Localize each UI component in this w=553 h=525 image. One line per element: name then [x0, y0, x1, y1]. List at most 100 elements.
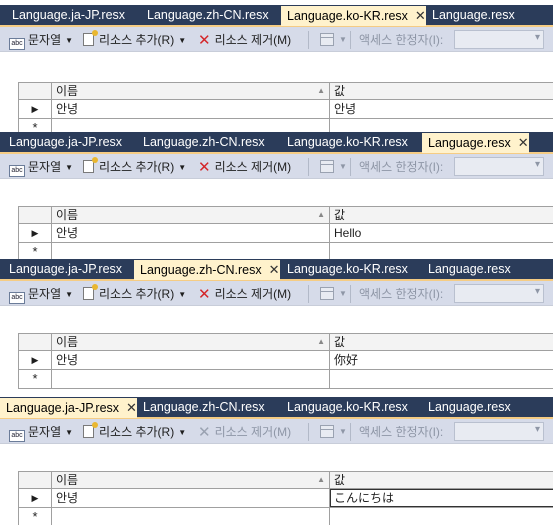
add-resource-button[interactable]: 리소스 추가(R) ▼: [83, 157, 186, 175]
column-header-name[interactable]: 이름 ▲: [52, 207, 330, 223]
column-header-value[interactable]: 값: [330, 334, 553, 350]
toolbar-separator: [350, 158, 351, 176]
chevron-down-icon[interactable]: ▼: [339, 424, 347, 440]
chevron-down-icon[interactable]: ▼: [339, 159, 347, 175]
grid-view-icon[interactable]: [320, 160, 334, 173]
new-row[interactable]: *: [19, 243, 553, 259]
row-pointer-icon[interactable]: ▶: [19, 100, 52, 118]
document-tab[interactable]: Language.ko-KR.resx: [281, 398, 408, 418]
column-header-value[interactable]: 값: [330, 472, 553, 488]
add-resource-button[interactable]: 리소스 추가(R) ▼: [83, 284, 186, 302]
remove-resource-button[interactable]: ✕ 리소스 제거(M): [198, 424, 292, 441]
add-resource-button[interactable]: 리소스 추가(R) ▼: [83, 422, 186, 440]
new-value-cell[interactable]: [330, 508, 553, 525]
column-header-value[interactable]: 값: [330, 207, 553, 223]
document-tab[interactable]: Language.ja-JP.resx: [3, 260, 122, 280]
grid-view-icon[interactable]: [320, 425, 334, 438]
chevron-down-icon[interactable]: ▼: [339, 286, 347, 302]
strings-dropdown-button[interactable]: abc 문자열 ▼: [9, 286, 73, 304]
new-row[interactable]: *: [19, 508, 553, 525]
resource-name-cell[interactable]: 안녕: [52, 224, 330, 242]
resource-value-cell[interactable]: 안녕: [330, 100, 553, 118]
add-resource-button[interactable]: 리소스 추가(R) ▼: [83, 30, 186, 48]
document-tab[interactable]: Language.resx: [422, 260, 511, 280]
add-resource-label: 리소스 추가(R): [99, 425, 175, 439]
remove-resource-label: 리소스 제거(M): [214, 425, 292, 439]
access-modifier-label: 액세스 한정자(I):: [359, 160, 444, 174]
row-pointer-icon[interactable]: ▶: [19, 489, 52, 507]
table-row[interactable]: ▶ 안녕 你好: [19, 351, 553, 370]
delete-x-icon: ✕: [198, 424, 211, 441]
document-tab[interactable]: Language.zh-CN.resx: [137, 133, 265, 153]
resource-value-cell[interactable]: Hello: [330, 224, 553, 242]
row-pointer-icon[interactable]: ▶: [19, 224, 52, 242]
column-header-value[interactable]: 값: [330, 83, 553, 99]
resource-value-cell[interactable]: こんにちは: [330, 489, 553, 507]
column-header-label: 이름: [56, 84, 79, 98]
row-pointer-icon[interactable]: ▶: [19, 351, 52, 369]
document-tab[interactable]: Language.resx: [426, 6, 515, 26]
document-tab[interactable]: Language.ko-KR.resx: [281, 260, 408, 280]
new-row[interactable]: *: [19, 370, 553, 389]
grid-view-icon[interactable]: [320, 33, 334, 46]
remove-resource-button[interactable]: ✕ 리소스 제거(M): [198, 32, 292, 49]
new-resource-icon: [83, 422, 98, 438]
grid-view-icon[interactable]: [320, 287, 334, 300]
document-tab[interactable]: Language.zh-CN.resx ✕: [134, 260, 280, 280]
new-row-marker: *: [19, 243, 52, 259]
new-value-cell[interactable]: [330, 370, 553, 388]
close-icon[interactable]: ✕: [269, 260, 280, 279]
column-header-name[interactable]: 이름 ▲: [52, 83, 330, 99]
document-tab[interactable]: Language.zh-CN.resx: [141, 6, 269, 26]
new-name-cell[interactable]: [52, 370, 330, 388]
new-value-cell[interactable]: [330, 243, 553, 259]
resx-editor-panel: Language.ja-JP.resx Language.zh-CN.resx La…: [0, 5, 553, 132]
new-name-cell[interactable]: [52, 243, 330, 259]
new-value-cell[interactable]: [330, 119, 553, 132]
access-modifier-select[interactable]: [454, 157, 544, 176]
access-modifier-select[interactable]: [454, 284, 544, 303]
table-row[interactable]: ▶ 안녕 Hello: [19, 224, 553, 243]
sort-ascending-icon: ▲: [317, 210, 325, 219]
strings-dropdown-button[interactable]: abc 문자열 ▼: [9, 424, 73, 442]
column-header-name[interactable]: 이름 ▲: [52, 472, 330, 488]
remove-resource-button[interactable]: ✕ 리소스 제거(M): [198, 286, 291, 303]
close-icon[interactable]: ✕: [126, 398, 137, 417]
delete-x-icon: ✕: [198, 286, 211, 303]
add-resource-label: 리소스 추가(R): [99, 287, 175, 301]
access-modifier-select[interactable]: [454, 422, 544, 441]
table-row[interactable]: ▶ 안녕 こんにちは: [19, 489, 553, 508]
resource-value-cell[interactable]: 你好: [330, 351, 553, 369]
close-icon[interactable]: ✕: [415, 6, 426, 25]
column-header-name[interactable]: 이름 ▲: [52, 334, 330, 350]
document-tab[interactable]: Language.ja-JP.resx: [3, 133, 122, 153]
row-header-corner: [19, 472, 52, 488]
new-name-cell[interactable]: [52, 119, 330, 132]
table-row[interactable]: ▶ 안녕 안녕: [19, 100, 553, 119]
close-icon[interactable]: ✕: [518, 133, 529, 152]
strings-dropdown-button[interactable]: abc 문자열 ▼: [9, 32, 73, 50]
document-tab[interactable]: Language.resx ✕: [422, 133, 529, 153]
access-modifier-select[interactable]: [454, 30, 544, 49]
resource-name-cell[interactable]: 안녕: [52, 489, 330, 507]
document-tab[interactable]: Language.ko-KR.resx: [281, 133, 408, 153]
resource-grid: 이름 ▲ 값 ▶ 안녕 こんにちは *: [18, 471, 553, 525]
document-tab[interactable]: Language.ko-KR.resx ✕: [281, 6, 426, 26]
access-modifier-label: 액세스 한정자(I):: [359, 425, 444, 439]
abc-icon: abc: [9, 430, 25, 442]
document-tab[interactable]: Language.ja-JP.resx: [6, 6, 125, 26]
document-tab[interactable]: Language.resx: [422, 398, 511, 418]
document-tab[interactable]: Language.ja-JP.resx ✕: [0, 398, 137, 418]
resource-name-cell[interactable]: 안녕: [52, 100, 330, 118]
new-resource-icon: [83, 30, 98, 46]
remove-resource-label: 리소스 제거(M): [214, 33, 292, 47]
resx-editor-panel: Language.ja-JP.resx Language.zh-CN.resx La…: [0, 132, 553, 259]
strings-dropdown-button[interactable]: abc 문자열 ▼: [9, 159, 73, 177]
new-name-cell[interactable]: [52, 508, 330, 525]
new-row[interactable]: *: [19, 119, 553, 132]
chevron-down-icon[interactable]: ▼: [339, 32, 347, 48]
resource-name-cell[interactable]: 안녕: [52, 351, 330, 369]
remove-resource-button[interactable]: ✕ 리소스 제거(M): [198, 159, 291, 176]
new-resource-icon: [83, 157, 98, 173]
document-tab[interactable]: Language.zh-CN.resx: [137, 398, 265, 418]
